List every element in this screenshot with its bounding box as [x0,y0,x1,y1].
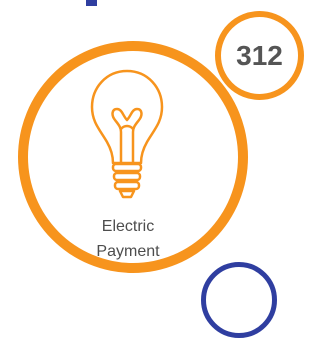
top-decoration [86,0,97,6]
bottom-decoration-ring [201,262,277,338]
count-badge: 312 [215,11,304,100]
card-label-line-2: Payment [96,243,160,260]
lightbulb-icon [90,69,164,199]
badge-value: 312 [236,39,283,71]
card-label-line-1: Electric [101,218,155,235]
